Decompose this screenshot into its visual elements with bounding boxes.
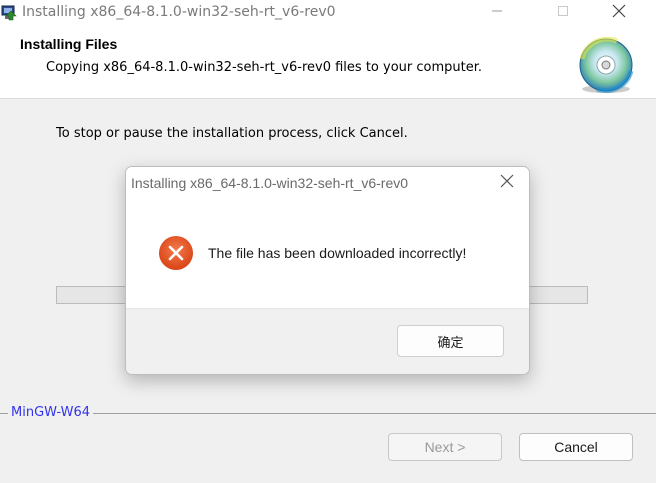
ok-button[interactable]: 确定 — [397, 325, 504, 357]
header-subtitle: Copying x86_64-8.1.0-win32-seh-rt_v6-rev… — [46, 60, 483, 75]
dialog-footer: 确定 — [126, 308, 529, 374]
brand-divider — [0, 413, 656, 414]
minimize-button[interactable] — [474, 0, 520, 26]
error-message: The file has been downloaded incorrectly… — [208, 245, 467, 261]
next-button[interactable]: Next > — [388, 433, 502, 461]
dialog-content: The file has been downloaded incorrectly… — [126, 199, 529, 308]
dialog-title: Installing x86_64-8.1.0-win32-seh-rt_v6-… — [131, 175, 409, 191]
installer-header: Installing Files Copying x86_64-8.1.0-wi… — [0, 26, 656, 99]
header-title: Installing Files — [20, 36, 118, 52]
maximize-button[interactable] — [540, 0, 586, 26]
maximize-icon — [557, 5, 569, 21]
dialog-close-button[interactable] — [490, 169, 524, 197]
window-close-button[interactable] — [596, 0, 642, 26]
cd-disc-icon — [577, 36, 635, 95]
installer-app-icon — [0, 3, 18, 21]
brand-label: MinGW-W64 — [8, 405, 94, 420]
dialog-titlebar: Installing x86_64-8.1.0-win32-seh-rt_v6-… — [126, 167, 529, 199]
close-icon — [612, 4, 626, 22]
instruction-text: To stop or pause the installation proces… — [56, 126, 408, 141]
error-dialog: Installing x86_64-8.1.0-win32-seh-rt_v6-… — [125, 166, 530, 375]
minimize-icon — [491, 5, 503, 21]
window-titlebar: Installing x86_64-8.1.0-win32-seh-rt_v6-… — [0, 0, 656, 26]
cancel-button[interactable]: Cancel — [519, 433, 633, 461]
window-title: Installing x86_64-8.1.0-win32-seh-rt_v6-… — [22, 4, 336, 20]
error-icon — [158, 235, 194, 271]
close-icon — [500, 174, 514, 192]
